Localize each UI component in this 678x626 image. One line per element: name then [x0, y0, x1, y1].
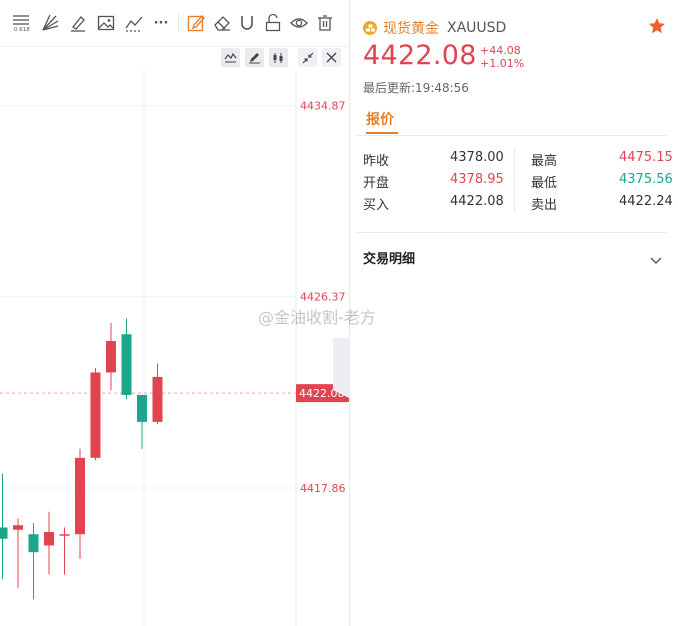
favorite-star-icon[interactable]: [648, 17, 666, 39]
change-amount: +44.08: [480, 44, 521, 57]
change-percent: +1.01%: [480, 57, 525, 70]
drawing-toolbar: 0.618 ···: [0, 0, 350, 47]
detail-divider-top: [355, 232, 667, 233]
candle-body[interactable]: [75, 457, 85, 535]
last-price: 4422.08: [363, 40, 477, 71]
edit-icon[interactable]: [185, 12, 207, 34]
unlock-icon[interactable]: [262, 12, 284, 34]
candle-body[interactable]: [90, 372, 101, 458]
quote-label-ask: 卖出: [531, 198, 558, 213]
price-axis: 4434.874426.374417.864422.08: [296, 100, 349, 495]
quote-value-prev-close: 4378.00: [450, 150, 504, 165]
price-tick-label: 4434.87: [300, 100, 346, 113]
candle-settings-icon[interactable]: [269, 48, 288, 67]
trash-icon[interactable]: [314, 12, 336, 34]
eye-icon[interactable]: [288, 12, 310, 34]
candle-body[interactable]: [13, 525, 23, 530]
symbol-name: 现货黄金: [383, 21, 439, 37]
quote-separator: [514, 147, 515, 212]
tab-divider: [355, 135, 667, 136]
symbol-header: 现货黄金 XAUUSD: [363, 18, 506, 38]
quote-label-bid: 买入: [363, 198, 390, 213]
draw-pen-icon[interactable]: [245, 48, 264, 67]
eraser-icon[interactable]: [211, 12, 233, 34]
quote-label-low: 最低: [531, 176, 558, 191]
axis-drag-handle[interactable]: [333, 338, 349, 398]
fib-label: 0.618: [14, 27, 30, 33]
trade-detail-label[interactable]: 交易明细: [363, 248, 415, 267]
more-icon[interactable]: ···: [150, 12, 172, 34]
candle-body[interactable]: [152, 376, 163, 422]
quote-panel: 现货黄金 XAUUSD 4422.08 +44.08 +1.01% 最后更新:1…: [350, 0, 678, 626]
quote-label-open: 开盘: [363, 176, 390, 191]
fan-icon[interactable]: [39, 12, 61, 34]
candles: [0, 318, 163, 600]
brush-icon[interactable]: [67, 12, 89, 34]
chart-controls: [0, 45, 349, 69]
fib-icon[interactable]: 0.618: [10, 12, 32, 34]
candle-body[interactable]: [137, 394, 147, 422]
candle-body[interactable]: [59, 534, 70, 536]
chart-type-icon[interactable]: [221, 48, 240, 67]
quote-value-high: 4475.15: [619, 150, 673, 165]
collapse-icon[interactable]: [298, 48, 317, 67]
image-icon[interactable]: [95, 12, 117, 34]
quote-value-low: 4375.56: [619, 172, 673, 187]
quote-value-open: 4378.95: [450, 172, 504, 187]
magnet-icon[interactable]: [236, 12, 258, 34]
close-icon[interactable]: [322, 48, 341, 67]
watermark: @金油收割-老方: [258, 308, 376, 327]
symbol-code: XAUUSD: [447, 20, 507, 36]
price-tick-label: 4417.86: [300, 482, 346, 495]
update-label: 最后更新:: [363, 81, 416, 95]
gold-coin-icon: [363, 21, 377, 35]
quote-value-bid: 4422.08: [450, 194, 504, 209]
tab-quote[interactable]: 报价: [366, 109, 394, 129]
update-time: 19:48:56: [415, 81, 469, 95]
quote-value-ask: 4422.24: [619, 194, 673, 209]
tab-underline: [366, 132, 398, 134]
toolbar-separator: [178, 14, 179, 32]
quote-label-high: 最高: [531, 154, 558, 169]
chevron-down-icon[interactable]: [650, 250, 662, 269]
price-change: +44.08 +1.01%: [480, 44, 524, 70]
candle-body[interactable]: [0, 527, 8, 539]
last-update: 最后更新:19:48:56: [363, 79, 469, 96]
candlestick-chart[interactable]: 4434.874426.374417.864422.08: [0, 70, 349, 626]
candle-body[interactable]: [44, 531, 54, 546]
candle-body[interactable]: [121, 334, 132, 395]
candle-body[interactable]: [106, 340, 116, 373]
trend-icon[interactable]: [123, 12, 145, 34]
quote-label-prev-close: 昨收: [363, 154, 390, 169]
candle-body[interactable]: [28, 534, 39, 553]
price-tick-label: 4426.37: [300, 291, 346, 304]
